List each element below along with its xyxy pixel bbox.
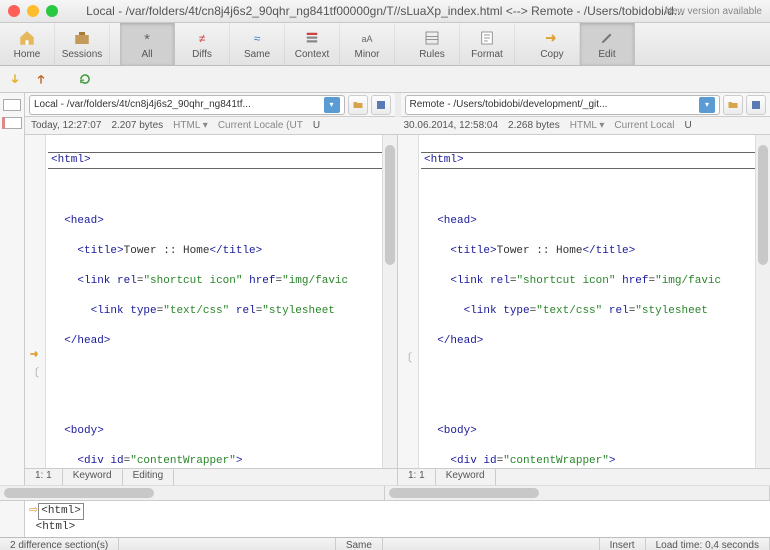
arrow-up-icon <box>34 72 48 86</box>
status-load: Load time: 0,4 seconds <box>646 538 770 550</box>
left-save-button[interactable] <box>371 95 391 115</box>
left-f2: Keyword <box>63 469 123 485</box>
left-footer: 1: 1 Keyword Editing <box>25 468 397 485</box>
diffs-button[interactable]: ≠Diffs <box>175 23 230 65</box>
folder-open-icon <box>352 99 364 111</box>
statusbar: 2 difference section(s) Same Insert Load… <box>0 537 770 550</box>
overview-thumb[interactable] <box>2 117 22 129</box>
left-f3: Editing <box>123 469 175 485</box>
copy-button[interactable]: Copy <box>525 23 580 65</box>
window-title: Local - /var/folders/4t/cn8j4j6s2_90qhr_… <box>0 4 770 18</box>
overview-gutter[interactable] <box>0 93 25 485</box>
right-vscroll[interactable] <box>755 135 770 468</box>
not-equal-icon: ≠ <box>193 29 211 47</box>
merged-view: ⇨<html> <html> <box>0 500 770 537</box>
home-button[interactable]: Home <box>0 23 55 65</box>
diff-nav-row <box>0 66 770 93</box>
refresh-icon <box>78 72 92 86</box>
all-button[interactable]: *All <box>120 23 175 65</box>
briefcase-icon <box>73 29 91 47</box>
main-toolbar: Home Sessions *All ≠Diffs ≈Same Context … <box>0 23 770 66</box>
right-open-button[interactable] <box>723 95 743 115</box>
status-insert: Insert <box>600 538 646 550</box>
edit-icon <box>598 29 616 47</box>
rules-icon <box>423 29 441 47</box>
approx-icon: ≈ <box>248 29 266 47</box>
arrow-down-icon <box>8 72 22 86</box>
overview-thumb[interactable] <box>3 99 21 111</box>
context-icon <box>303 29 321 47</box>
right-code[interactable]: <html> <head> <title>Tower :: Home</titl… <box>419 135 755 468</box>
meta-row: Today, 12:27:072.207 bytes HTML ▾ Curren… <box>25 117 770 135</box>
chevron-down-icon: ▾ <box>324 97 340 113</box>
gap-icon: 〔 <box>401 349 412 365</box>
current-diff-icon <box>28 347 42 361</box>
left-open-button[interactable] <box>348 95 368 115</box>
main-area: Local - /var/folders/4t/cn8j4j6s2_90qhr_… <box>0 93 770 485</box>
gap-icon: 〔 <box>28 364 39 380</box>
merged-gutter <box>0 501 25 537</box>
hscroll-row <box>0 485 770 500</box>
next-diff-button[interactable] <box>6 70 24 88</box>
code-row: 〔 <html> <head> <title>Tower :: Home</ti… <box>25 135 770 485</box>
left-meta: Today, 12:27:072.207 bytes HTML ▾ Curren… <box>25 117 398 135</box>
right-pane: 〔 <html> <head> <title>Tower :: Home</ti… <box>398 135 770 485</box>
left-filetype[interactable]: HTML ▾ <box>173 120 208 131</box>
status-same: Same <box>336 538 383 550</box>
save-icon <box>750 99 762 111</box>
minor-button[interactable]: aAMinor <box>340 23 395 65</box>
left-locale[interactable]: Current Locale (UT <box>218 120 303 131</box>
right-f2: Keyword <box>436 469 496 485</box>
format-button[interactable]: Format <box>460 23 515 65</box>
left-code[interactable]: <html> <head> <title>Tower :: Home</titl… <box>46 135 382 468</box>
right-cursor: 1: 1 <box>398 469 436 485</box>
chevron-down-icon: ▾ <box>699 97 715 113</box>
right-path-combo[interactable]: Remote - /Users/tobidobi/development/_gi… <box>405 95 721 115</box>
right-filetype[interactable]: HTML ▾ <box>570 120 605 131</box>
right-meta: 30.06.2014, 12:58:042.268 bytes HTML ▾ C… <box>398 117 770 135</box>
left-pane: 〔 <html> <head> <title>Tower :: Home</ti… <box>25 135 398 485</box>
left-diff-gutter: 〔 <box>25 135 46 468</box>
merged-code[interactable]: ⇨<html> <html> <box>25 501 770 537</box>
left-hscroll[interactable] <box>0 486 385 500</box>
path-row: Local - /var/folders/4t/cn8j4j6s2_90qhr_… <box>25 93 770 117</box>
rules-button[interactable]: Rules <box>405 23 460 65</box>
status-diffs: 2 difference section(s) <box>0 538 119 550</box>
left-vscroll[interactable] <box>382 135 397 468</box>
sessions-button[interactable]: Sessions <box>55 23 110 65</box>
save-icon <box>375 99 387 111</box>
copy-icon <box>543 29 561 47</box>
right-save-button[interactable] <box>746 95 766 115</box>
refresh-button[interactable] <box>76 70 94 88</box>
asterisk-icon: * <box>138 29 156 47</box>
right-diff-gutter: 〔 <box>398 135 419 468</box>
prev-diff-button[interactable] <box>32 70 50 88</box>
svg-text:*: * <box>144 31 150 47</box>
right-locale[interactable]: Current Local <box>614 120 674 131</box>
left-cursor: 1: 1 <box>25 469 63 485</box>
format-icon <box>478 29 496 47</box>
context-button[interactable]: Context <box>285 23 340 65</box>
home-icon <box>18 29 36 47</box>
svg-text:≈: ≈ <box>254 31 261 45</box>
minor-icon: aA <box>358 29 376 47</box>
same-button[interactable]: ≈Same <box>230 23 285 65</box>
right-footer: 1: 1 Keyword <box>398 468 770 485</box>
edit-button[interactable]: Edit <box>580 23 635 65</box>
titlebar: Local - /var/folders/4t/cn8j4j6s2_90qhr_… <box>0 0 770 23</box>
right-hscroll[interactable] <box>385 486 770 500</box>
svg-text:≠: ≠ <box>199 31 206 45</box>
left-path-combo[interactable]: Local - /var/folders/4t/cn8j4j6s2_90qhr_… <box>29 95 345 115</box>
svg-text:aA: aA <box>361 33 372 43</box>
folder-open-icon <box>727 99 739 111</box>
new-version-label[interactable]: New version available <box>665 6 762 17</box>
